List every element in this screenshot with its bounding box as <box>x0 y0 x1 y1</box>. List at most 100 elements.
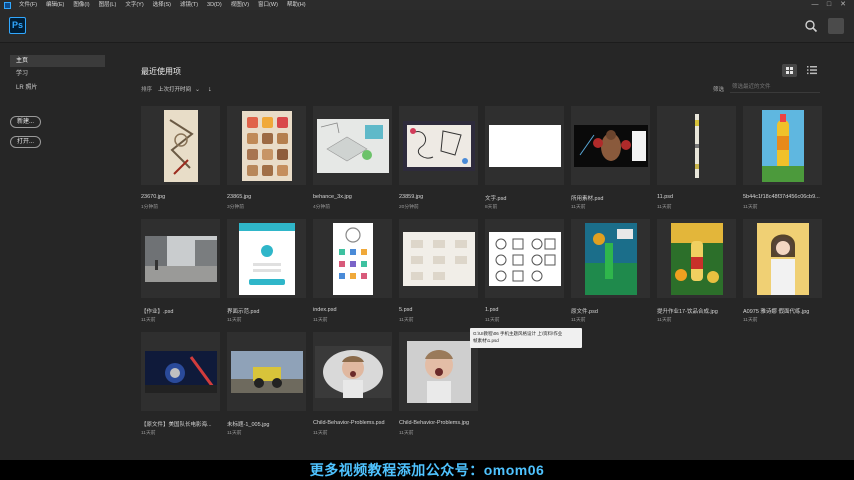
recent-file-card[interactable]: 【原文件】美国队长电影海... 11天前 <box>141 332 220 439</box>
file-name: 23865.jpg <box>227 194 252 200</box>
recent-file-card[interactable]: 所用素材.psd 11天前 <box>571 106 650 213</box>
menu-select[interactable]: 选择(S) <box>153 0 171 10</box>
sidebar-item-learn[interactable]: 学习 <box>10 68 105 80</box>
thumbnail-image <box>761 109 804 182</box>
sidebar-item-lr-photos[interactable]: LR 照片 <box>10 82 105 94</box>
sort-dropdown[interactable]: 上次打开时间 <box>158 85 191 93</box>
sort-direction-icon[interactable]: ↓ <box>208 86 212 93</box>
thumbnail-image <box>402 120 475 171</box>
file-thumbnail[interactable] <box>313 106 392 185</box>
file-name: 11.psd <box>657 194 674 200</box>
file-time: 11天前 <box>571 318 586 323</box>
minimize-button[interactable]: — <box>808 0 822 10</box>
file-thumbnail[interactable] <box>141 106 220 185</box>
thumbnail-image <box>238 222 295 295</box>
recent-file-card[interactable]: 23865.jpg 3分钟前 <box>227 106 306 213</box>
file-time: 11天前 <box>657 318 672 323</box>
file-name: 23859.jpg <box>399 194 424 200</box>
recent-file-card[interactable]: Child-Behavior-Problems.jpg 11天前 <box>399 332 478 439</box>
list-view-icon[interactable] <box>807 65 817 75</box>
recent-file-card[interactable]: 11.psd 11天前 <box>657 106 736 213</box>
recent-file-card[interactable]: Child-Behavior-Problems.psd 11天前 <box>313 332 392 439</box>
filter-input[interactable]: 筛选最近的文件 <box>730 81 820 93</box>
file-thumbnail[interactable] <box>227 332 306 411</box>
recent-file-card[interactable]: 23859.jpg 20分钟前 <box>399 106 478 213</box>
promo-banner: 更多视频教程添加公众号：omom06 <box>0 460 854 480</box>
menu-bar: 文件(F) 编辑(E) 图像(I) 图层(L) 文字(Y) 选择(S) 滤镜(T… <box>0 0 854 10</box>
page-title: 最近使用项 <box>141 67 181 76</box>
thumbnail-image <box>694 113 699 178</box>
thumbnail-image <box>230 350 303 393</box>
menu-edit[interactable]: 编辑(E) <box>46 0 64 10</box>
sort-control: 排序 上次打开时间 ⌄ ↓ <box>141 85 212 94</box>
recent-file-card[interactable]: 文字.psd 8天前 <box>485 106 564 213</box>
recent-file-card[interactable]: 原文件.psd 11天前 <box>571 219 650 326</box>
recent-file-card[interactable]: 5b44c1f18c48f37d456c06cb9... 11天前 <box>743 106 822 213</box>
recent-file-card[interactable]: 未标题-1_005.jpg 11天前 <box>227 332 306 439</box>
avatar[interactable] <box>828 18 844 34</box>
file-thumbnail[interactable] <box>227 106 306 185</box>
file-time: 8天前 <box>485 205 498 210</box>
file-thumbnail[interactable] <box>313 219 392 298</box>
file-thumbnail[interactable] <box>313 332 392 411</box>
new-button[interactable]: 新建... <box>10 116 41 128</box>
recent-file-card[interactable]: 界面示范.psd 11天前 <box>227 219 306 326</box>
recent-file-card[interactable]: 【作业】.psd 11天前 <box>141 219 220 326</box>
file-thumbnail[interactable] <box>141 219 220 298</box>
menu-filter[interactable]: 滤镜(T) <box>180 0 198 10</box>
menu-help[interactable]: 帮助(H) <box>287 0 306 10</box>
file-name: Child-Behavior-Problems.psd <box>313 420 385 426</box>
file-thumbnail[interactable] <box>743 106 822 185</box>
file-thumbnail[interactable] <box>399 332 478 411</box>
recent-file-card[interactable]: index.psd 11天前 <box>313 219 392 326</box>
menu-image[interactable]: 图像(I) <box>73 0 89 10</box>
file-thumbnail[interactable] <box>485 106 564 185</box>
file-thumbnail[interactable] <box>657 106 736 185</box>
recent-file-card[interactable]: 5.psd 11天前 <box>399 219 478 326</box>
recent-file-card[interactable]: A0975 雅诗娜 假面代练.jpg 11天前 <box>743 219 822 326</box>
maximize-button[interactable]: □ <box>822 0 836 10</box>
search-icon[interactable] <box>804 19 818 33</box>
grid-view-icon[interactable] <box>782 64 797 77</box>
chevron-down-icon[interactable]: ⌄ <box>195 86 200 93</box>
file-name: 5b44c1f18c48f37d456c06cb9... <box>743 194 820 200</box>
close-button[interactable]: ✕ <box>836 0 850 10</box>
file-thumbnail[interactable] <box>571 219 650 298</box>
file-time: 3分钟前 <box>227 205 245 210</box>
file-name: 文字.psd <box>485 196 507 202</box>
file-time: 11天前 <box>227 318 242 323</box>
file-thumbnail[interactable] <box>399 219 478 298</box>
file-thumbnail[interactable] <box>485 219 564 298</box>
file-name: 23670.jpg <box>141 194 166 200</box>
menu-window[interactable]: 窗口(W) <box>258 0 278 10</box>
app-header: Ps <box>0 10 854 43</box>
recent-file-card[interactable]: behance_3x.jpg 4分钟前 <box>313 106 392 213</box>
open-button[interactable]: 打开... <box>10 136 41 148</box>
file-thumbnail[interactable] <box>743 219 822 298</box>
thumbnail-image <box>402 231 475 286</box>
menu-type[interactable]: 文字(Y) <box>125 0 143 10</box>
recent-file-card[interactable]: 23670.jpg 1分钟前 <box>141 106 220 213</box>
file-thumbnail[interactable] <box>399 106 478 185</box>
thumbnail-image <box>316 118 389 173</box>
recent-file-card[interactable]: 提升作业17-饮品合成.jpg 11天前 <box>657 219 736 326</box>
tooltip-line: G:\UI教程\06 手机主题风格设计 上\资料\作业 <box>473 331 563 336</box>
file-name: 未标题-1_005.jpg <box>227 422 270 428</box>
file-name: A0975 雅诗娜 假面代练.jpg <box>743 309 810 315</box>
thumbnail-image <box>144 235 217 282</box>
sidebar-item-home[interactable]: 主页 <box>10 55 105 67</box>
menu-file[interactable]: 文件(F) <box>19 0 37 10</box>
file-name: 界面示范.psd <box>227 309 260 315</box>
recent-file-card[interactable]: 1.psd 11天前 <box>485 219 564 326</box>
thumbnail-image <box>163 109 198 182</box>
menu-view[interactable]: 视图(V) <box>231 0 249 10</box>
file-thumbnail[interactable] <box>657 219 736 298</box>
thumbnail-image <box>756 222 809 295</box>
file-thumbnail[interactable] <box>571 106 650 185</box>
ps-logo[interactable]: Ps <box>9 17 26 34</box>
file-thumbnail[interactable] <box>227 219 306 298</box>
menu-layer[interactable]: 图层(L) <box>99 0 117 10</box>
menu-3d[interactable]: 3D(D) <box>207 0 222 10</box>
file-time: 11天前 <box>313 318 328 323</box>
file-thumbnail[interactable] <box>141 332 220 411</box>
